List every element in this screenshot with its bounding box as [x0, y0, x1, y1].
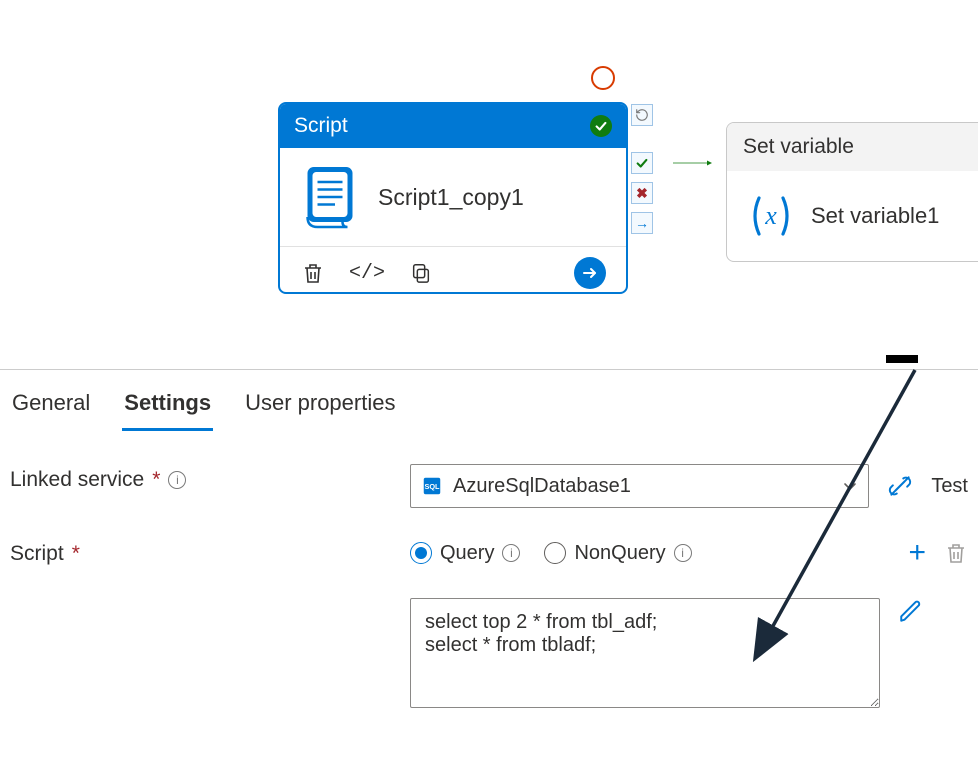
radio-nonquery-label: NonQuery [574, 542, 665, 565]
activity-name-label: Set variable1 [811, 203, 939, 229]
info-icon[interactable]: i [502, 544, 520, 562]
linked-service-dropdown[interactable]: SQL AzureSqlDatabase1 [410, 464, 869, 508]
activity-type-label: Set variable [743, 135, 854, 158]
radio-nonquery[interactable]: NonQuery i [544, 542, 691, 565]
chevron-down-icon [842, 478, 858, 494]
settings-tabs: General Settings User properties [0, 370, 978, 432]
activity-type-label: Script [294, 114, 348, 138]
linked-service-label: Linked service * i [10, 464, 410, 492]
handle-retry[interactable] [631, 104, 653, 126]
handle-on-fail[interactable]: ✖ [631, 182, 653, 204]
radio-query[interactable]: Query i [410, 542, 520, 565]
settings-panel: Linked service * i SQL AzureSqlDatabase1… [0, 432, 978, 708]
variable-icon: x [745, 190, 797, 242]
info-icon[interactable]: i [674, 544, 692, 562]
activity-node-setvariable[interactable]: Set variable x Set variable1 [726, 122, 978, 262]
tab-user-properties[interactable]: User properties [243, 386, 397, 431]
activity-node-script[interactable]: Script Script1_copy1 </> [278, 102, 628, 294]
code-view-button[interactable]: </> [354, 260, 380, 286]
linked-service-row: Linked service * i SQL AzureSqlDatabase1… [10, 464, 968, 508]
linked-service-label-text: Linked service [10, 468, 144, 492]
dependency-connector [653, 158, 733, 168]
status-success-icon [590, 115, 612, 137]
handle-on-skip[interactable]: → [631, 212, 653, 234]
required-asterisk: * [72, 542, 80, 566]
linked-service-value: AzureSqlDatabase1 [453, 475, 832, 498]
script-field-row: Script * Query i NonQuery i + [10, 538, 968, 568]
expand-activity-button[interactable] [574, 257, 606, 289]
script-icon [300, 164, 360, 230]
activity-name-label: Script1_copy1 [378, 184, 524, 211]
activity-node-header: Script [280, 104, 626, 148]
delete-activity-button[interactable] [300, 260, 326, 286]
activity-node-header: Set variable [727, 123, 978, 171]
script-label: Script * [10, 538, 410, 566]
svg-text:SQL: SQL [424, 482, 440, 491]
tab-settings[interactable]: Settings [122, 386, 213, 431]
clone-activity-button[interactable] [408, 260, 434, 286]
pipeline-canvas: Script Script1_copy1 </> [0, 0, 978, 370]
activity-body: x Set variable1 [727, 171, 978, 261]
svg-text:x: x [764, 201, 777, 230]
activity-footer: </> [280, 246, 626, 299]
test-connection-icon[interactable] [887, 473, 913, 499]
activity-body: Script1_copy1 [280, 148, 626, 246]
delete-script-button[interactable] [944, 541, 968, 565]
script-textarea[interactable] [410, 598, 880, 708]
radio-query-label: Query [440, 542, 494, 565]
script-type-radio-group: Query i NonQuery i [410, 542, 692, 565]
dependency-handles: ✖ → [631, 102, 653, 234]
info-icon[interactable]: i [168, 471, 186, 489]
test-connection-label[interactable]: Test [931, 475, 968, 498]
required-asterisk: * [152, 468, 160, 492]
handle-on-success[interactable] [631, 152, 653, 174]
sql-database-icon: SQL [421, 475, 443, 497]
annotation-mark [886, 355, 918, 363]
add-script-button[interactable]: + [908, 538, 926, 568]
script-textarea-row [410, 598, 968, 708]
radio-button-icon [410, 542, 432, 564]
annotation-circle [591, 66, 615, 90]
tab-general[interactable]: General [10, 386, 92, 431]
script-label-text: Script [10, 542, 64, 566]
radio-button-icon [544, 542, 566, 564]
edit-script-icon[interactable] [898, 598, 924, 624]
